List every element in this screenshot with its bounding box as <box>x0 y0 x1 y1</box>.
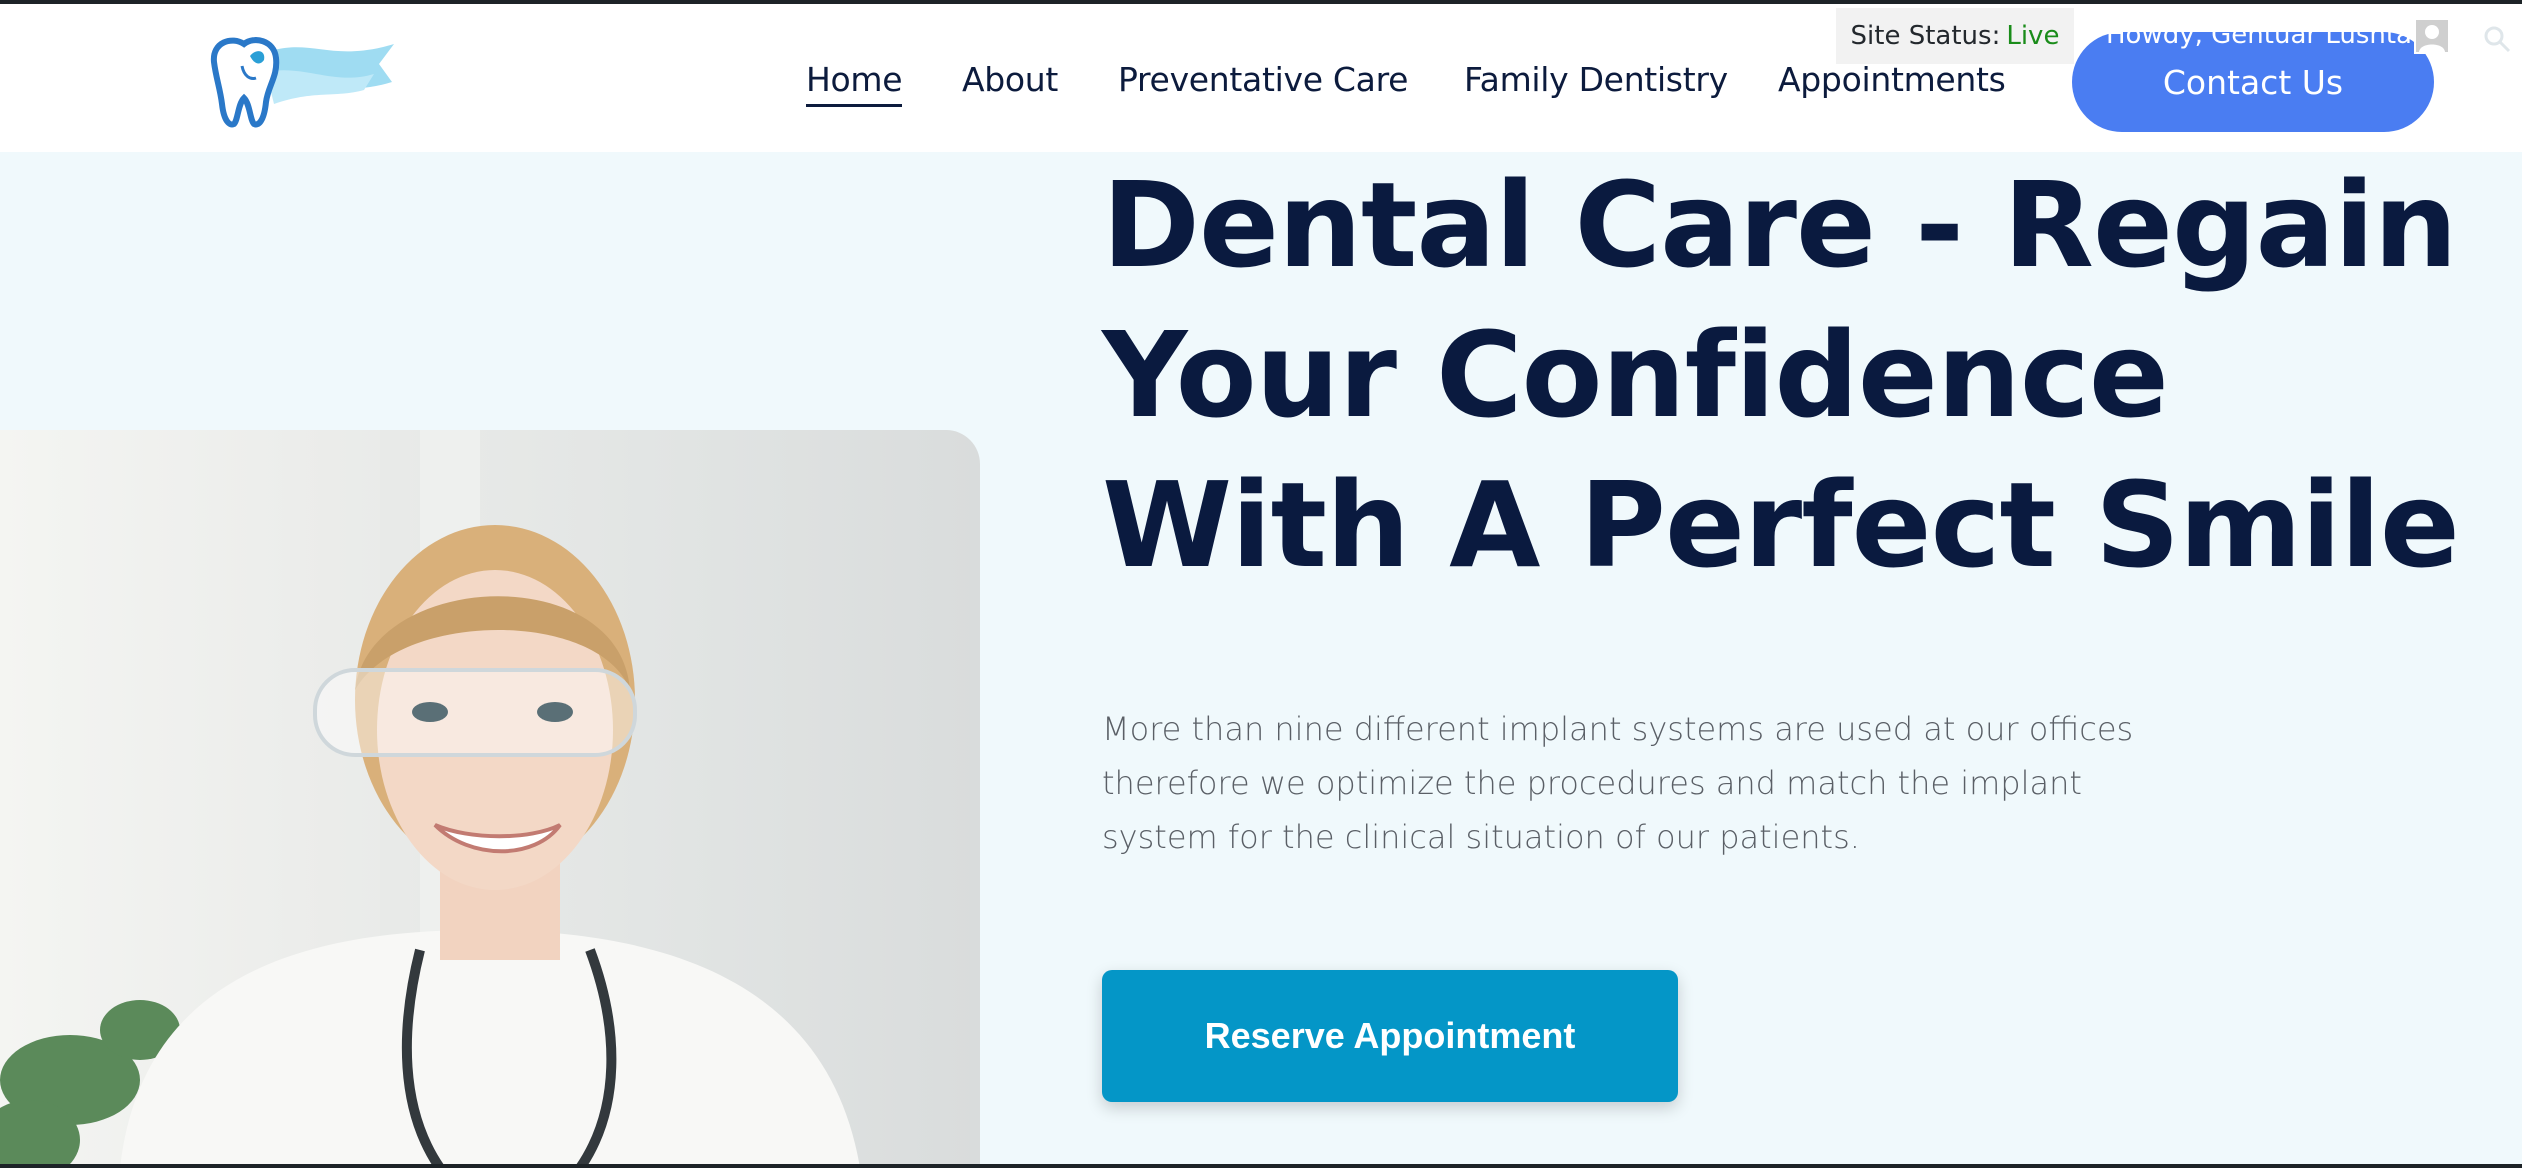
nav-item-home[interactable]: Home <box>806 60 903 107</box>
hero-title-line: Your Confidence <box>1102 306 2169 444</box>
nav-item-family-dentistry[interactable]: Family Dentistry <box>1464 60 1728 99</box>
site-status-value: Live <box>2006 21 2060 51</box>
reserve-appointment-button[interactable]: Reserve Appointment <box>1102 970 1678 1102</box>
doctor-photo <box>0 430 980 1168</box>
tooth-logo-icon[interactable] <box>204 32 394 128</box>
bottom-border <box>0 1164 2522 1168</box>
site-status-badge[interactable]: Site Status: Live <box>1836 8 2074 64</box>
howdy-user-link[interactable]: Howdy, Gentuar Lushtaku <box>2106 20 2443 56</box>
user-avatar-icon[interactable] <box>2414 18 2450 54</box>
hero-title-line: Dental Care - Regain <box>1102 156 2458 294</box>
person-icon <box>2419 25 2445 52</box>
search-icon[interactable] <box>2482 24 2512 54</box>
doctor-illustration <box>0 430 860 1168</box>
hero-description: More than nine different implant systems… <box>1102 710 2134 856</box>
hero-title: Dental Care - Regain Your Confidence Wit… <box>1102 150 2460 600</box>
nav-item-preventative-care[interactable]: Preventative Care <box>1118 60 1408 99</box>
site-status-label: Site Status: <box>1850 21 2001 51</box>
hero-title-line: With A Perfect Smile <box>1102 456 2460 594</box>
nav-item-about[interactable]: About <box>962 60 1058 99</box>
nav-item-appointments[interactable]: Appointments <box>1778 60 2006 99</box>
